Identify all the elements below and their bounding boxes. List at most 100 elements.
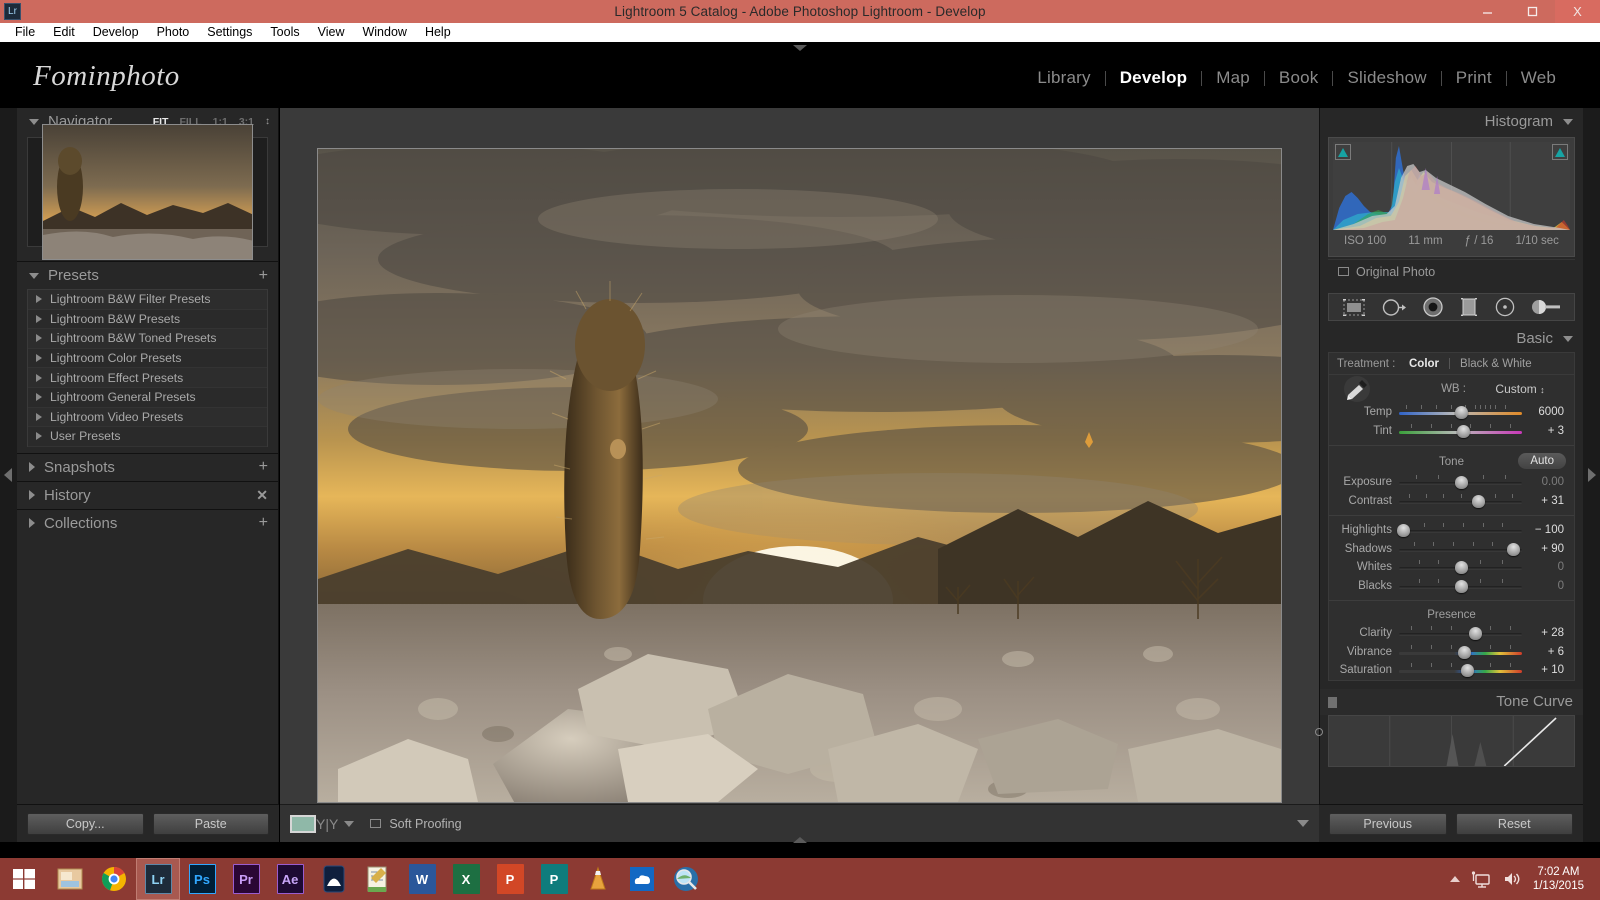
collapse-top-panel-arrow[interactable]	[793, 45, 807, 51]
tone-curve-header[interactable]: Tone Curve	[1320, 688, 1583, 715]
slider-track[interactable]	[1399, 624, 1522, 642]
menu-item-help[interactable]: Help	[416, 23, 460, 42]
menu-item-settings[interactable]: Settings	[198, 23, 261, 42]
maximize-button[interactable]	[1510, 0, 1555, 23]
slider-track[interactable]	[1399, 643, 1522, 661]
right-panel-collapse-bar[interactable]	[1583, 108, 1600, 842]
add-snapshot-icon[interactable]: +	[259, 459, 268, 475]
reset-button[interactable]: Reset	[1455, 812, 1573, 835]
module-develop[interactable]: Develop	[1106, 68, 1202, 88]
taskbar-adobe-after-effects[interactable]: Ae	[268, 858, 312, 900]
radial-filter-icon[interactable]	[1494, 297, 1516, 317]
slider-highlights[interactable]: Highlights − 100	[1329, 521, 1574, 540]
slider-handle[interactable]	[1471, 494, 1485, 508]
slider-track[interactable]	[1399, 577, 1522, 595]
slider-value[interactable]: + 90	[1522, 543, 1568, 555]
slider-contrast[interactable]: Contrast + 31	[1329, 492, 1574, 511]
slider-track[interactable]	[1399, 422, 1522, 440]
add-preset-icon[interactable]: +	[259, 267, 268, 283]
snapshots-header[interactable]: Snapshots +	[17, 453, 278, 481]
list-item[interactable]: Lightroom B&W Presets	[28, 309, 267, 330]
treatment-color[interactable]: Color	[1409, 358, 1439, 370]
module-slideshow[interactable]: Slideshow	[1333, 68, 1440, 88]
filmstrip-collapse-arrow[interactable]	[793, 837, 807, 843]
menu-item-edit[interactable]: Edit	[44, 23, 84, 42]
start-button[interactable]	[0, 858, 48, 900]
slider-handle[interactable]	[1396, 524, 1410, 538]
graduated-filter-icon[interactable]	[1459, 297, 1479, 317]
histogram-header[interactable]: Histogram	[1320, 108, 1583, 135]
taskbar-nikon-viewnx[interactable]	[312, 858, 356, 900]
slider-handle[interactable]	[1454, 476, 1468, 490]
slider-track[interactable]	[1399, 473, 1522, 491]
menu-item-develop[interactable]: Develop	[84, 23, 148, 42]
slider-value[interactable]: 6000	[1522, 406, 1568, 418]
slider-exposure[interactable]: Exposure 0.00	[1329, 473, 1574, 492]
toolbar-options-chevron[interactable]	[1297, 820, 1309, 827]
original-photo-checkbox[interactable]	[1338, 267, 1349, 276]
image-viewport[interactable]	[280, 108, 1319, 842]
highlight-clipping-button[interactable]	[1552, 144, 1568, 160]
targeted-adjustment-icon[interactable]	[1315, 727, 1323, 736]
spot-removal-icon[interactable]	[1381, 298, 1407, 317]
slider-tint[interactable]: Tint + 3	[1329, 422, 1574, 441]
slider-track[interactable]	[1399, 558, 1522, 576]
module-map[interactable]: Map	[1202, 68, 1264, 88]
soft-proofing-toggle[interactable]: Soft Proofing	[370, 817, 462, 831]
taskbar-microsoft-publisher[interactable]: P	[532, 858, 576, 900]
histogram-graph[interactable]	[1333, 142, 1570, 230]
taskbar-onedrive-app[interactable]	[620, 858, 664, 900]
menu-item-view[interactable]: View	[309, 23, 354, 42]
list-item[interactable]: Lightroom Effect Presets	[28, 368, 267, 388]
slider-value[interactable]: + 28	[1522, 627, 1568, 639]
previous-button[interactable]: Previous	[1329, 812, 1447, 835]
adjustment-brush-icon[interactable]	[1531, 298, 1561, 316]
slider-value[interactable]: + 3	[1522, 425, 1568, 437]
taskbar-search-everything[interactable]	[664, 858, 708, 900]
taskbar-google-chrome[interactable]	[92, 858, 136, 900]
taskbar-vlc-media-player[interactable]	[576, 858, 620, 900]
slider-value[interactable]: + 6	[1522, 646, 1568, 658]
history-header[interactable]: History ✕	[17, 481, 278, 509]
list-item[interactable]: Lightroom General Presets	[28, 387, 267, 408]
show-hidden-icons-icon[interactable]	[1449, 876, 1460, 882]
taskbar-microsoft-powerpoint[interactable]: P	[488, 858, 532, 900]
close-button[interactable]: X	[1555, 0, 1600, 23]
tone-curve-graph[interactable]	[1315, 714, 1575, 767]
network-icon[interactable]	[1471, 870, 1491, 888]
clear-history-icon[interactable]: ✕	[256, 487, 268, 504]
collections-header[interactable]: Collections +	[17, 509, 278, 537]
volume-icon[interactable]	[1502, 870, 1522, 888]
slider-value[interactable]: + 10	[1522, 664, 1568, 676]
slider-handle[interactable]	[1469, 627, 1483, 641]
white-balance-selector[interactable]	[1337, 376, 1377, 402]
slider-track[interactable]	[1399, 661, 1522, 679]
slider-handle[interactable]	[1458, 645, 1472, 659]
presets-header[interactable]: Presets +	[17, 262, 278, 289]
left-panel-collapse-bar[interactable]	[0, 108, 17, 842]
slider-saturation[interactable]: Saturation + 10	[1329, 661, 1574, 680]
slider-clarity[interactable]: Clarity + 28	[1329, 624, 1574, 643]
slider-track[interactable]	[1396, 521, 1522, 539]
module-book[interactable]: Book	[1265, 68, 1333, 88]
slider-track[interactable]	[1399, 403, 1522, 421]
module-web[interactable]: Web	[1507, 68, 1570, 88]
copy-button[interactable]: Copy...	[27, 812, 144, 835]
list-item[interactable]: Lightroom Video Presets	[28, 407, 267, 428]
treatment-black-and-white[interactable]: Black & White	[1460, 358, 1532, 370]
slider-value[interactable]: 0	[1522, 561, 1568, 573]
slider-handle[interactable]	[1454, 579, 1468, 593]
wb-value[interactable]: Custom ↕	[1474, 382, 1566, 396]
module-print[interactable]: Print	[1442, 68, 1506, 88]
slider-value[interactable]: − 100	[1522, 524, 1568, 536]
basic-panel-header[interactable]: Basic	[1320, 325, 1583, 352]
minimize-button[interactable]	[1465, 0, 1510, 23]
slider-handle[interactable]	[1507, 542, 1521, 556]
list-item[interactable]: User Presets	[28, 427, 267, 447]
slider-vibrance[interactable]: Vibrance + 6	[1329, 643, 1574, 662]
slider-track[interactable]	[1399, 540, 1522, 558]
paste-button[interactable]: Paste	[152, 812, 269, 835]
slider-track[interactable]	[1399, 492, 1522, 510]
slider-blacks[interactable]: Blacks 0	[1329, 577, 1574, 596]
crop-overlay-icon[interactable]	[1342, 298, 1366, 317]
